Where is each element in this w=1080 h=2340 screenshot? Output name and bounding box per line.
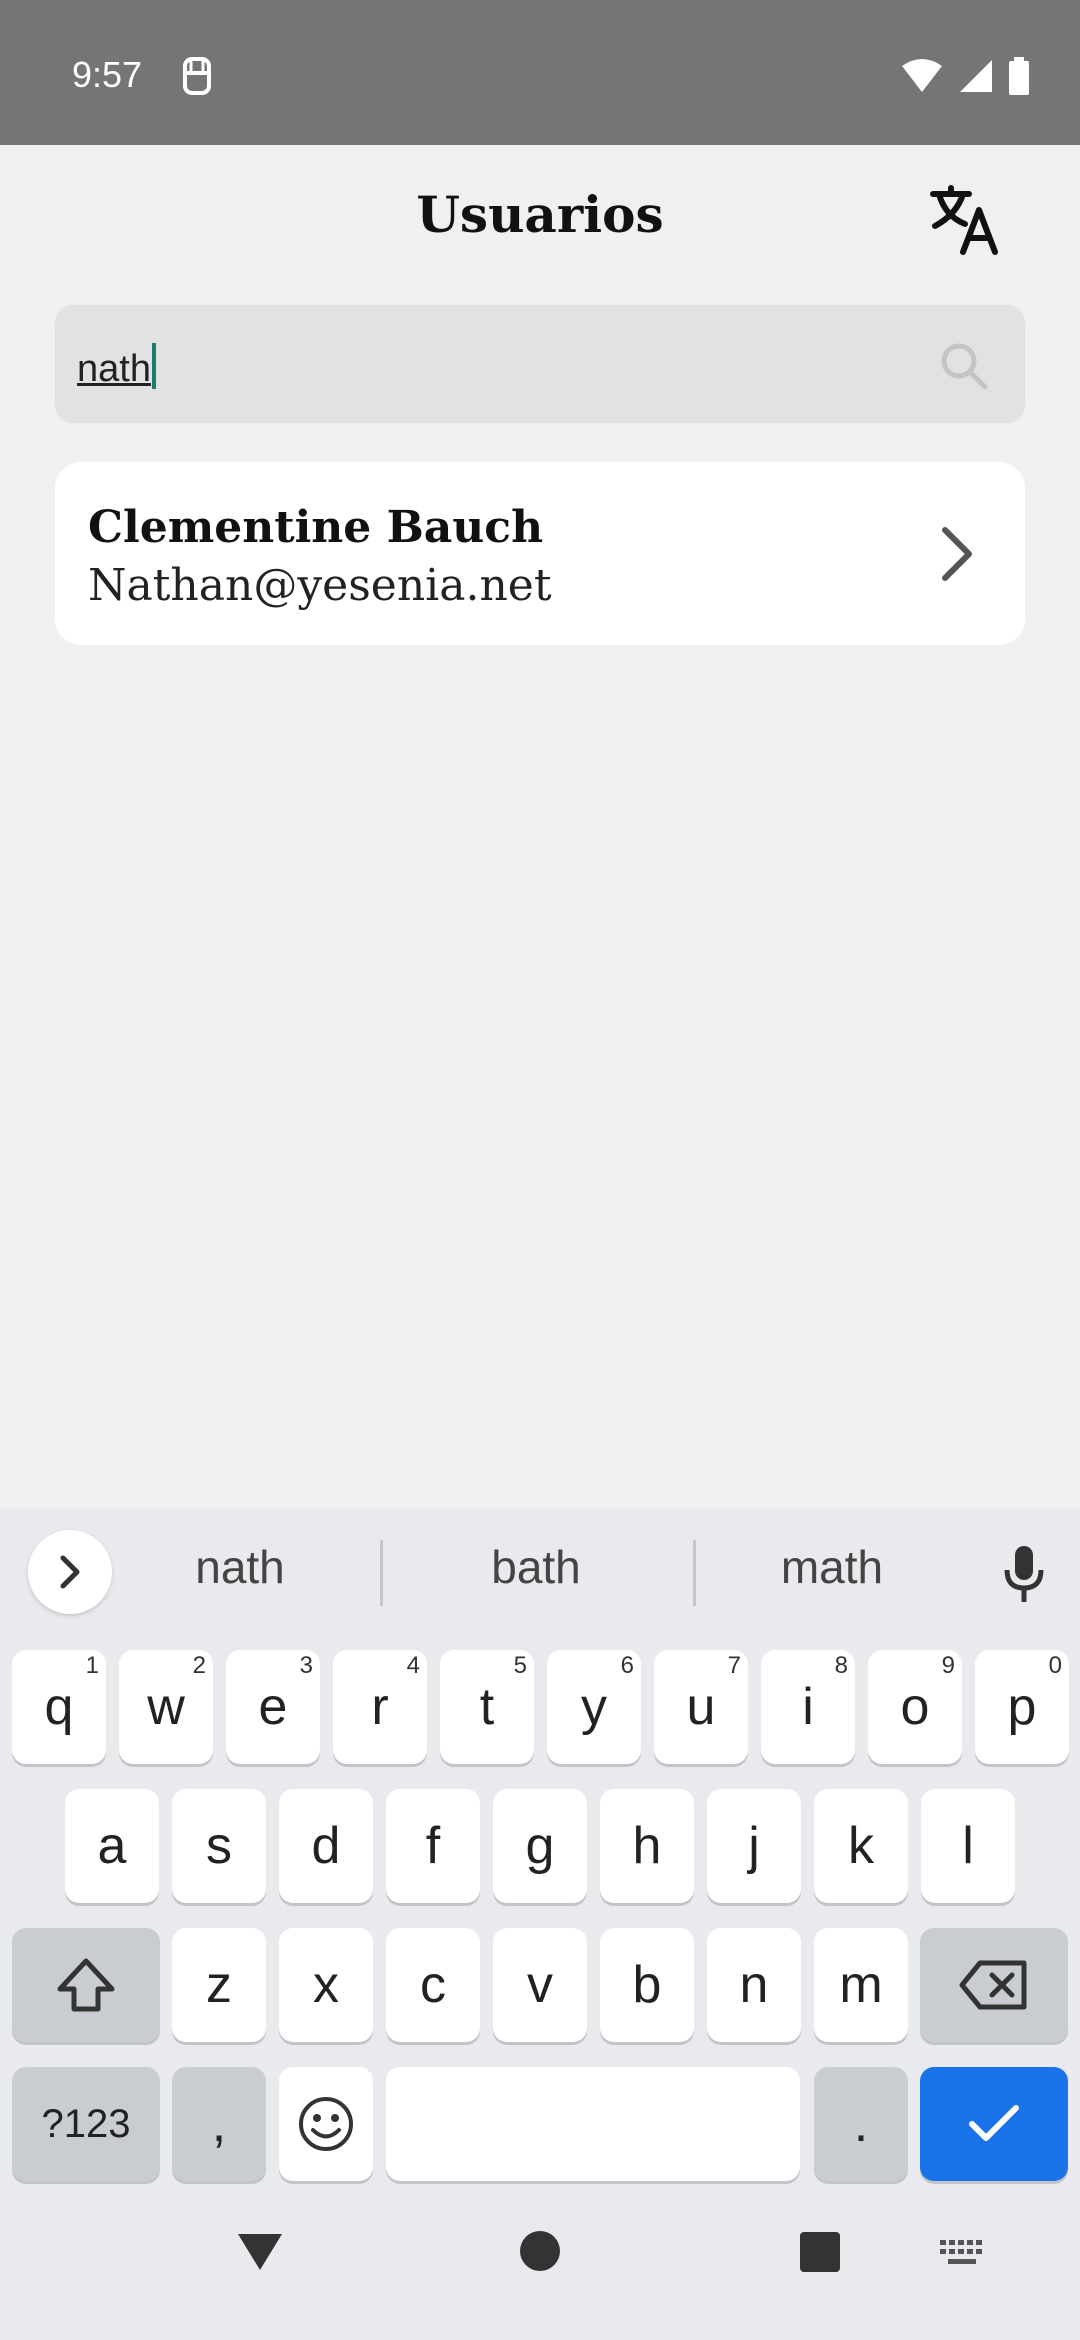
key-c[interactable]: c — [386, 1928, 480, 2042]
key-hint: 0 — [1048, 1652, 1062, 1679]
key-a[interactable]: a — [65, 1789, 159, 1903]
key-label: w — [147, 1678, 185, 1736]
user-email: Nathan@yesenia.net — [88, 560, 552, 611]
microphone-icon[interactable] — [1000, 1542, 1048, 1606]
backspace-key[interactable] — [920, 1928, 1068, 2042]
user-list-item[interactable]: Clementine Bauch Nathan@yesenia.net — [55, 462, 1025, 645]
sim-card-icon — [183, 57, 211, 95]
key-s[interactable]: s — [172, 1789, 266, 1903]
space-key[interactable] — [386, 2067, 800, 2181]
recents-icon[interactable] — [800, 2232, 840, 2272]
key-z[interactable]: z — [172, 1928, 266, 2042]
key-label: e — [258, 1678, 288, 1736]
key-label: r — [371, 1678, 389, 1736]
key-h[interactable]: h — [600, 1789, 694, 1903]
chevron-right-icon — [60, 1555, 80, 1589]
status-bar: 9:57 — [0, 0, 1080, 145]
key-f[interactable]: f — [386, 1789, 480, 1903]
key-g[interactable]: g — [493, 1789, 587, 1903]
period-key[interactable]: . — [814, 2067, 908, 2181]
key-label: u — [686, 1678, 716, 1736]
search-box[interactable]: nath — [55, 305, 1025, 423]
check-icon — [969, 2105, 1019, 2141]
keyboard-switch-icon[interactable] — [940, 2240, 984, 2268]
key-hint: 8 — [834, 1652, 848, 1679]
suggestion-bar: nath bath math — [0, 1508, 1080, 1628]
key-y[interactable]: y6 — [547, 1650, 641, 1764]
key-i[interactable]: i8 — [761, 1650, 855, 1764]
suggestion-divider — [380, 1540, 383, 1606]
key-d[interactable]: d — [279, 1789, 373, 1903]
shift-key[interactable] — [12, 1928, 160, 2042]
key-hint: 7 — [727, 1652, 741, 1679]
translate-button[interactable] — [920, 175, 1010, 265]
key-hint: 3 — [299, 1652, 313, 1679]
comma-key[interactable]: , — [172, 2067, 266, 2181]
app-header: Usuarios — [0, 145, 1080, 285]
key-q[interactable]: q1 — [12, 1650, 106, 1764]
key-w[interactable]: w2 — [119, 1650, 213, 1764]
emoji-key[interactable] — [279, 2067, 373, 2181]
symbols-key[interactable]: ?123 — [12, 2067, 160, 2181]
status-time: 9:57 — [72, 54, 143, 95]
home-icon[interactable] — [519, 2230, 561, 2272]
key-t[interactable]: t5 — [440, 1650, 534, 1764]
key-v[interactable]: v — [493, 1928, 587, 2042]
key-e[interactable]: e3 — [226, 1650, 320, 1764]
signal-icon — [960, 60, 992, 92]
enter-key[interactable] — [920, 2067, 1068, 2181]
key-p[interactable]: p0 — [975, 1650, 1069, 1764]
search-input[interactable]: nath — [77, 343, 156, 391]
battery-icon — [1009, 57, 1029, 95]
key-hint: 6 — [620, 1652, 634, 1679]
text-cursor — [151, 343, 156, 389]
key-x[interactable]: x — [279, 1928, 373, 2042]
shift-icon — [57, 1958, 115, 2012]
translate-icon — [930, 185, 998, 255]
suggestion-3[interactable]: math — [692, 1540, 972, 1594]
backspace-icon — [959, 1960, 1027, 2010]
chevron-right-icon — [942, 527, 972, 581]
key-label: q — [44, 1678, 74, 1736]
key-n[interactable]: n — [707, 1928, 801, 2042]
key-label: p — [1007, 1678, 1037, 1736]
search-input-value: nath — [77, 348, 151, 390]
key-r[interactable]: r4 — [333, 1650, 427, 1764]
status-indicators — [900, 56, 1030, 96]
suggestion-1[interactable]: nath — [100, 1540, 380, 1594]
key-label: o — [900, 1678, 930, 1736]
key-m[interactable]: m — [814, 1928, 908, 2042]
key-label: y — [581, 1678, 607, 1736]
search-icon[interactable] — [937, 339, 991, 393]
key-hint: 5 — [513, 1652, 527, 1679]
key-j[interactable]: j — [707, 1789, 801, 1903]
key-u[interactable]: u7 — [654, 1650, 748, 1764]
back-icon[interactable] — [234, 2230, 286, 2274]
system-nav-bar — [0, 2190, 1080, 2340]
key-hint: 2 — [192, 1652, 206, 1679]
page-title: Usuarios — [416, 185, 664, 244]
key-b[interactable]: b — [600, 1928, 694, 2042]
key-k[interactable]: k — [814, 1789, 908, 1903]
user-name: Clementine Bauch — [88, 502, 544, 553]
key-o[interactable]: o9 — [868, 1650, 962, 1764]
key-l[interactable]: l — [921, 1789, 1015, 1903]
key-hint: 1 — [85, 1652, 99, 1679]
wifi-icon — [902, 59, 942, 92]
suggestion-2[interactable]: bath — [396, 1540, 676, 1594]
key-label: i — [802, 1678, 814, 1736]
key-hint: 4 — [406, 1652, 420, 1679]
emoji-icon — [299, 2097, 353, 2151]
key-label: t — [479, 1678, 495, 1736]
key-hint: 9 — [941, 1652, 955, 1679]
